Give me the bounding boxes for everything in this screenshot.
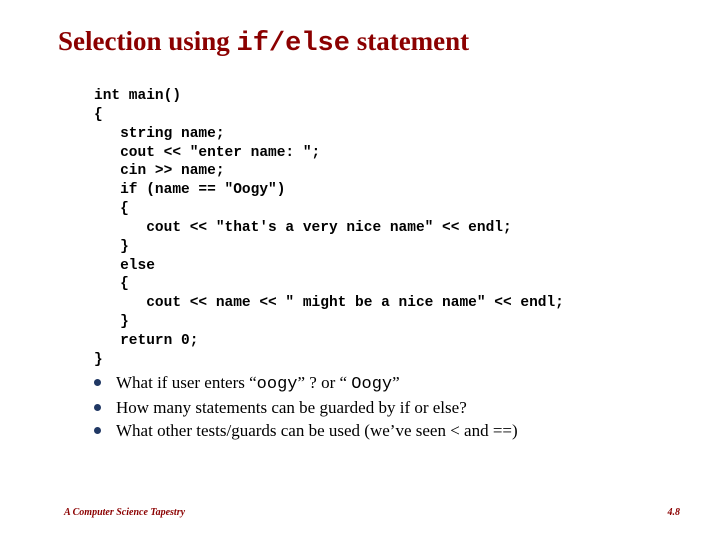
bullet-text: ” xyxy=(392,373,400,392)
bullet-mono: Oogy xyxy=(351,375,392,394)
bullet-mono: oogy xyxy=(257,375,298,394)
bullet-list: What if user enters “oogy” ? or “ Oogy” … xyxy=(94,372,680,443)
bullet-item: How many statements can be guarded by if… xyxy=(94,397,680,420)
bullet-text: How many statements can be guarded by if… xyxy=(116,398,467,417)
bullet-text: ” ? or “ xyxy=(297,373,351,392)
bullet-text: What other tests/guards can be used (we’… xyxy=(116,421,518,440)
page-number: 4.8 xyxy=(668,507,681,518)
title-post: statement xyxy=(350,26,469,56)
title-pre: Selection using xyxy=(58,26,237,56)
footer: A Computer Science Tapestry 4.8 xyxy=(64,507,680,518)
footer-left: A Computer Science Tapestry xyxy=(64,507,185,518)
bullet-item: What other tests/guards can be used (we’… xyxy=(94,420,680,443)
code-block: int main() { string name; cout << "enter… xyxy=(94,87,680,370)
slide: Selection using if/else statement int ma… xyxy=(0,0,720,540)
slide-title: Selection using if/else statement xyxy=(58,26,680,59)
title-code: if/else xyxy=(237,29,350,59)
bullet-item: What if user enters “oogy” ? or “ Oogy” xyxy=(94,372,680,397)
bullet-text: What if user enters “ xyxy=(116,373,257,392)
